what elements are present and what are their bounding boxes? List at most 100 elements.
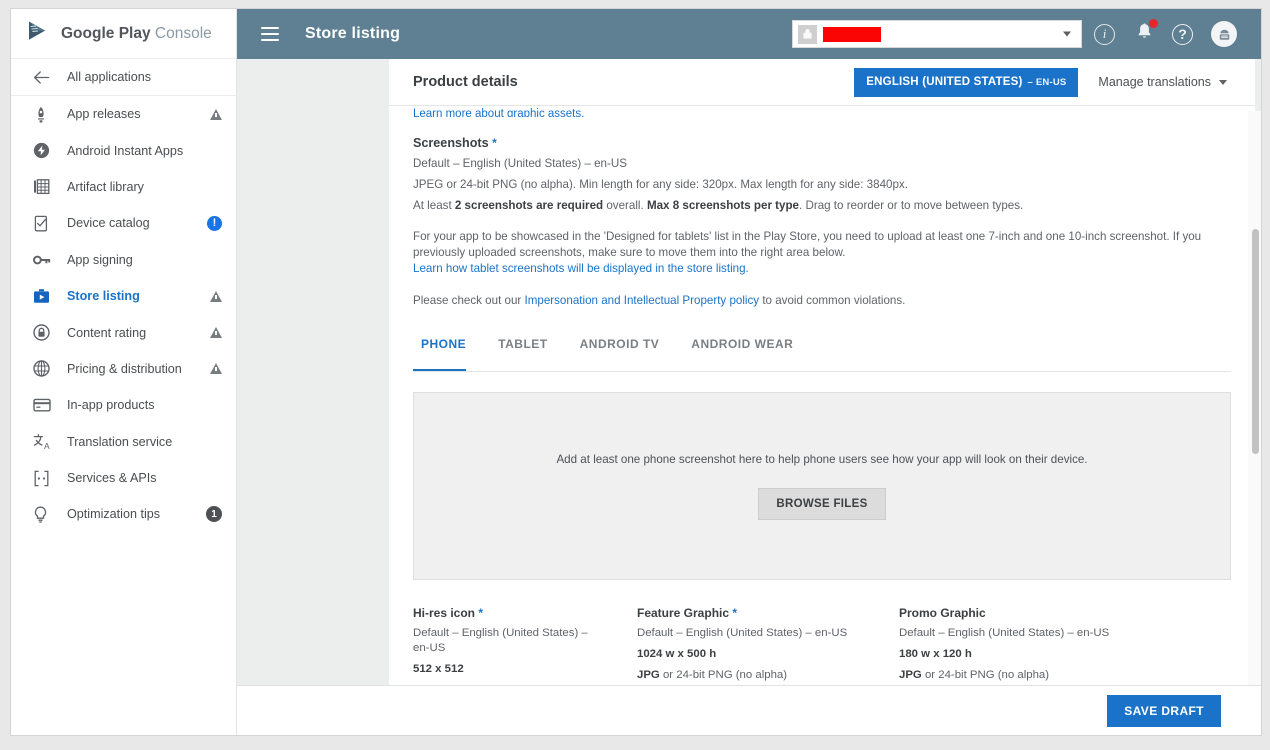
tab-phone[interactable]: PHONE	[413, 331, 482, 371]
key-icon	[33, 253, 55, 267]
sidebar-status	[210, 363, 222, 374]
app-selector[interactable]	[792, 20, 1082, 48]
sidebar-status	[210, 109, 222, 120]
alert-badge-icon: !	[207, 216, 222, 231]
asset-format-rest: or 24-bit PNG (no alpha)	[922, 669, 1049, 681]
rocket-icon	[33, 106, 55, 123]
language-button-code: – EN-US	[1028, 77, 1067, 88]
asset-format-bold: JPG	[899, 669, 922, 681]
sidebar-item-pricing-distribution[interactable]: Pricing & distribution	[11, 351, 236, 387]
browser-window: Google Play Console All applications App…	[10, 8, 1262, 736]
tab-android-wear[interactable]: ANDROID WEAR	[675, 331, 809, 371]
info-circle-icon[interactable]: i	[1094, 24, 1115, 45]
notifications-button[interactable]	[1135, 22, 1154, 47]
sidebar-item-store-listing[interactable]: Store listing	[11, 278, 236, 314]
sidebar-item-label: Artifact library	[67, 180, 144, 194]
notification-badge	[1148, 18, 1159, 29]
tab-android-tv[interactable]: ANDROID TV	[564, 331, 676, 371]
card-header: Product details ENGLISH (UNITED STATES) …	[389, 59, 1255, 106]
asset-format-line: JPG or 24-bit PNG (no alpha)	[637, 668, 865, 683]
asset-format-bold: JPG	[637, 669, 660, 681]
screenshot-root: Google Play Console All applications App…	[0, 0, 1270, 750]
sidebar-item-label: App releases	[67, 107, 141, 121]
asset-size-text: 180 w x 120 h	[899, 648, 972, 660]
required-asterisk: *	[492, 136, 497, 150]
sidebar-item-translation-service[interactable]: A Translation service	[11, 424, 236, 460]
brand-header[interactable]: Google Play Console	[11, 9, 236, 59]
content-rating-icon	[33, 324, 55, 341]
braces-icon	[33, 470, 55, 487]
asset-default-line: Default – English (United States) – en-U…	[413, 626, 603, 656]
policy-prefix: Please check out our	[413, 294, 525, 307]
rule-prefix: At least	[413, 199, 455, 212]
sidebar-item-app-releases[interactable]: App releases	[11, 96, 236, 132]
lightbulb-icon	[33, 506, 55, 523]
account-avatar-icon[interactable]	[1211, 21, 1237, 47]
asset-size-line: 180 w x 120 h	[899, 647, 1127, 662]
save-draft-button[interactable]: SAVE DRAFT	[1107, 695, 1221, 727]
graphic-assets-link[interactable]: Learn more about graphic assets.	[413, 108, 1231, 117]
store-listing-icon	[33, 288, 55, 305]
asset-title-text: Promo Graphic	[899, 606, 986, 620]
sidebar-item-android-instant-apps[interactable]: Android Instant Apps	[11, 132, 236, 168]
save-bar: SAVE DRAFT	[237, 685, 1262, 735]
asset-size-text: 512 x 512	[413, 663, 464, 675]
sidebar-item-label: Pricing & distribution	[67, 362, 182, 376]
rule-bold-2: Max 8 screenshots per type	[647, 199, 799, 212]
arrow-left-icon	[33, 70, 55, 85]
screenshots-format-line: JPEG or 24-bit PNG (no alpha). Min lengt…	[413, 177, 1231, 192]
warning-triangle-icon	[210, 109, 222, 120]
hamburger-menu-icon[interactable]	[261, 27, 279, 41]
chevron-down-icon	[1219, 80, 1227, 85]
page-title: Store listing	[305, 25, 400, 43]
manage-translations-button[interactable]: Manage translations	[1098, 75, 1227, 89]
brand-text: Google Play Console	[61, 25, 212, 43]
policy-suffix: to avoid common violations.	[759, 294, 905, 307]
warning-triangle-icon	[210, 327, 222, 338]
sidebar-item-services-apis[interactable]: Services & APIs	[11, 460, 236, 496]
asset-title: Hi-res icon *	[413, 606, 603, 620]
help-circle-icon[interactable]: ?	[1172, 24, 1193, 45]
warning-triangle-icon	[210, 363, 222, 374]
content-area: Product details ENGLISH (UNITED STATES) …	[237, 59, 1262, 736]
screenshots-rule-line: At least 2 screenshots are required over…	[413, 198, 1231, 213]
google-play-logo-icon	[25, 18, 51, 49]
rule-suffix: . Drag to reorder or to move between typ…	[799, 199, 1023, 212]
asset-size-line: 1024 w x 500 h	[637, 647, 865, 662]
asset-format-rest: or 24-bit PNG (no alpha)	[660, 669, 787, 681]
screenshots-default-line: Default – English (United States) – en-U…	[413, 156, 1231, 171]
sidebar-item-label: App signing	[67, 253, 133, 267]
sidebar-item-label: Content rating	[67, 326, 146, 340]
sidebar-item-app-signing[interactable]: App signing	[11, 242, 236, 278]
sidebar-item-optimization-tips[interactable]: Optimization tips 1	[11, 496, 236, 532]
impersonation-policy-link[interactable]: Impersonation and Intellectual Property …	[525, 294, 760, 307]
device-catalog-icon	[33, 215, 55, 232]
svg-text:A: A	[44, 441, 50, 450]
sidebar-item-in-app-products[interactable]: In-app products	[11, 387, 236, 423]
app-name-redacted	[823, 27, 881, 42]
instant-apps-icon	[33, 142, 55, 159]
sidebar-item-label: In-app products	[67, 398, 155, 412]
rule-mid: overall.	[603, 199, 647, 212]
card-body: Learn more about graphic assets. Screens…	[389, 108, 1255, 736]
asset-title: Feature Graphic *	[637, 606, 865, 620]
sidebar-item-all-applications[interactable]: All applications	[11, 59, 236, 96]
screenshot-dropzone[interactable]: Add at least one phone screenshot here t…	[413, 392, 1231, 580]
chevron-down-icon[interactable]	[1063, 32, 1071, 37]
sidebar-status: 1	[206, 506, 222, 522]
sidebar-status	[210, 327, 222, 338]
count-badge: 1	[206, 506, 222, 522]
top-app-bar: Store listing i	[237, 9, 1262, 59]
sidebar-item-content-rating[interactable]: Content rating	[11, 314, 236, 350]
screenshots-section-title: Screenshots *	[413, 136, 1231, 150]
tab-tablet[interactable]: TABLET	[482, 331, 563, 371]
tablet-screenshots-link[interactable]: Learn how tablet screenshots will be dis…	[413, 262, 749, 275]
browse-files-button[interactable]: BROWSE FILES	[758, 488, 885, 520]
asset-default-line: Default – English (United States) – en-U…	[899, 626, 1127, 641]
topbar-actions: i ?	[792, 20, 1262, 48]
sidebar-item-device-catalog[interactable]: Device catalog !	[11, 205, 236, 241]
language-button[interactable]: ENGLISH (UNITED STATES) – EN-US	[854, 68, 1078, 97]
sidebar-item-artifact-library[interactable]: Artifact library	[11, 169, 236, 205]
scrollbar-thumb[interactable]	[1252, 229, 1259, 454]
tablet-guidance-text: For your app to be showcased in the 'Des…	[413, 230, 1201, 259]
